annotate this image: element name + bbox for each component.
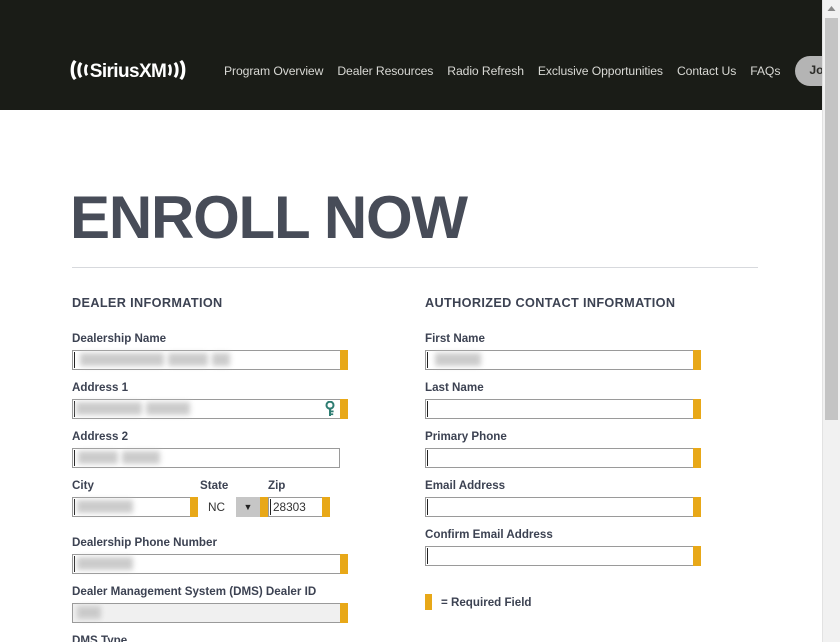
label-zip: Zip (268, 479, 286, 492)
caret-up-icon (827, 6, 836, 11)
city-input[interactable] (72, 497, 190, 517)
field-first-name: First Name (425, 332, 701, 370)
required-marker (340, 554, 348, 574)
dealership-phone-input[interactable] (72, 554, 340, 574)
dms-dealer-id-input[interactable] (72, 603, 340, 623)
dealer-information-column: DEALER INFORMATION Dealership Name Addre… (72, 296, 348, 642)
zip-input[interactable] (268, 497, 322, 517)
field-dealership-name: Dealership Name (72, 332, 348, 370)
label-dms-type: DMS Type (72, 634, 128, 642)
field-email-address: Email Address (425, 479, 701, 517)
required-marker (260, 497, 268, 517)
nav-item-program-overview[interactable]: Program Overview (224, 65, 330, 77)
required-field-legend-label: = Required Field (441, 595, 532, 609)
state-selected-value: NC (208, 500, 226, 514)
state-select-wrap: NC ▼ (200, 497, 268, 517)
authorized-contact-column: AUTHORIZED CONTACT INFORMATION First Nam… (425, 296, 701, 610)
text-caret (427, 548, 428, 564)
field-dms-type: DMS Type (72, 634, 340, 642)
label-dealership-name: Dealership Name (72, 332, 167, 345)
vertical-scrollbar[interactable] (822, 0, 840, 642)
text-caret (74, 401, 75, 417)
city-state-zip-row: City State Zip NC ▼ (72, 479, 340, 525)
required-marker (693, 399, 701, 419)
scrollbar-up-button[interactable] (823, 0, 840, 17)
label-address-2: Address 2 (72, 430, 129, 443)
field-dealership-phone: Dealership Phone Number (72, 536, 348, 574)
text-caret (74, 450, 75, 466)
nav-item-faqs[interactable]: FAQs (743, 65, 787, 77)
required-marker (693, 497, 701, 517)
text-caret (74, 352, 75, 368)
nav-item-dealer-resources[interactable]: Dealer Resources (330, 65, 440, 77)
text-caret (427, 352, 428, 368)
field-address-2: Address 2 (72, 430, 340, 468)
address-1-input[interactable] (72, 399, 340, 419)
dealer-information-heading: DEALER INFORMATION (72, 296, 223, 310)
label-state: State (200, 479, 229, 492)
site-header: SiriusXM Program Overview Dealer Resourc… (0, 0, 822, 110)
label-dms-dealer-id: Dealer Management System (DMS) Dealer ID (72, 585, 317, 598)
label-primary-phone: Primary Phone (425, 430, 507, 443)
required-marker (340, 399, 348, 419)
required-marker (340, 350, 348, 370)
field-address-1: Address 1 (72, 381, 348, 419)
authorized-contact-heading: AUTHORIZED CONTACT INFORMATION (425, 296, 676, 310)
field-primary-phone: Primary Phone (425, 430, 701, 468)
siriusxm-logo[interactable]: SiriusXM (66, 55, 190, 85)
required-marker (322, 497, 330, 517)
nav-item-radio-refresh[interactable]: Radio Refresh (440, 65, 531, 77)
text-caret (74, 499, 75, 515)
address-2-input[interactable] (72, 448, 340, 468)
nav-item-contact-us[interactable]: Contact Us (670, 65, 743, 77)
label-address-1: Address 1 (72, 381, 129, 394)
siriusxm-wave-logo-icon: SiriusXM (70, 60, 186, 82)
page-title: ENROLL NOW (70, 184, 468, 251)
required-marker (693, 546, 701, 566)
page-viewport: SiriusXM Program Overview Dealer Resourc… (0, 0, 822, 642)
main-navigation: Program Overview Dealer Resources Radio … (224, 55, 822, 87)
label-confirm-email-address: Confirm Email Address (425, 528, 553, 541)
label-last-name: Last Name (425, 381, 484, 394)
state-select[interactable]: NC ▼ (200, 497, 260, 517)
label-dealership-phone: Dealership Phone Number (72, 536, 217, 549)
text-caret (427, 401, 428, 417)
label-email-address: Email Address (425, 479, 506, 492)
label-first-name: First Name (425, 332, 485, 345)
join-now-button[interactable]: Join Now (795, 56, 822, 86)
scrollbar-thumb[interactable] (825, 18, 838, 420)
chevron-down-icon[interactable]: ▼ (236, 497, 260, 517)
required-marker (693, 350, 701, 370)
email-address-input[interactable] (425, 497, 693, 517)
field-confirm-email-address: Confirm Email Address (425, 528, 701, 566)
text-caret (74, 556, 75, 572)
required-marker (190, 497, 198, 517)
label-city: City (72, 479, 94, 492)
nav-item-exclusive-opportunities[interactable]: Exclusive Opportunities (531, 65, 670, 77)
primary-phone-input[interactable] (425, 448, 693, 468)
browser-page: SiriusXM Program Overview Dealer Resourc… (0, 0, 840, 642)
required-marker (693, 448, 701, 468)
required-marker-swatch (425, 594, 432, 610)
required-marker (340, 603, 348, 623)
text-caret (427, 499, 428, 515)
title-divider (72, 267, 758, 268)
zip-input-wrap (268, 497, 330, 517)
text-caret (270, 499, 271, 515)
field-last-name: Last Name (425, 381, 701, 419)
city-input-wrap (72, 497, 198, 517)
svg-text:SiriusXM: SiriusXM (90, 61, 167, 82)
confirm-email-address-input[interactable] (425, 546, 693, 566)
text-caret (427, 450, 428, 466)
first-name-input[interactable] (425, 350, 693, 370)
last-name-input[interactable] (425, 399, 693, 419)
required-field-legend: = Required Field (425, 594, 693, 610)
dealership-name-input[interactable] (72, 350, 340, 370)
field-dms-dealer-id: Dealer Management System (DMS) Dealer ID (72, 585, 348, 623)
key-icon[interactable] (324, 401, 336, 417)
